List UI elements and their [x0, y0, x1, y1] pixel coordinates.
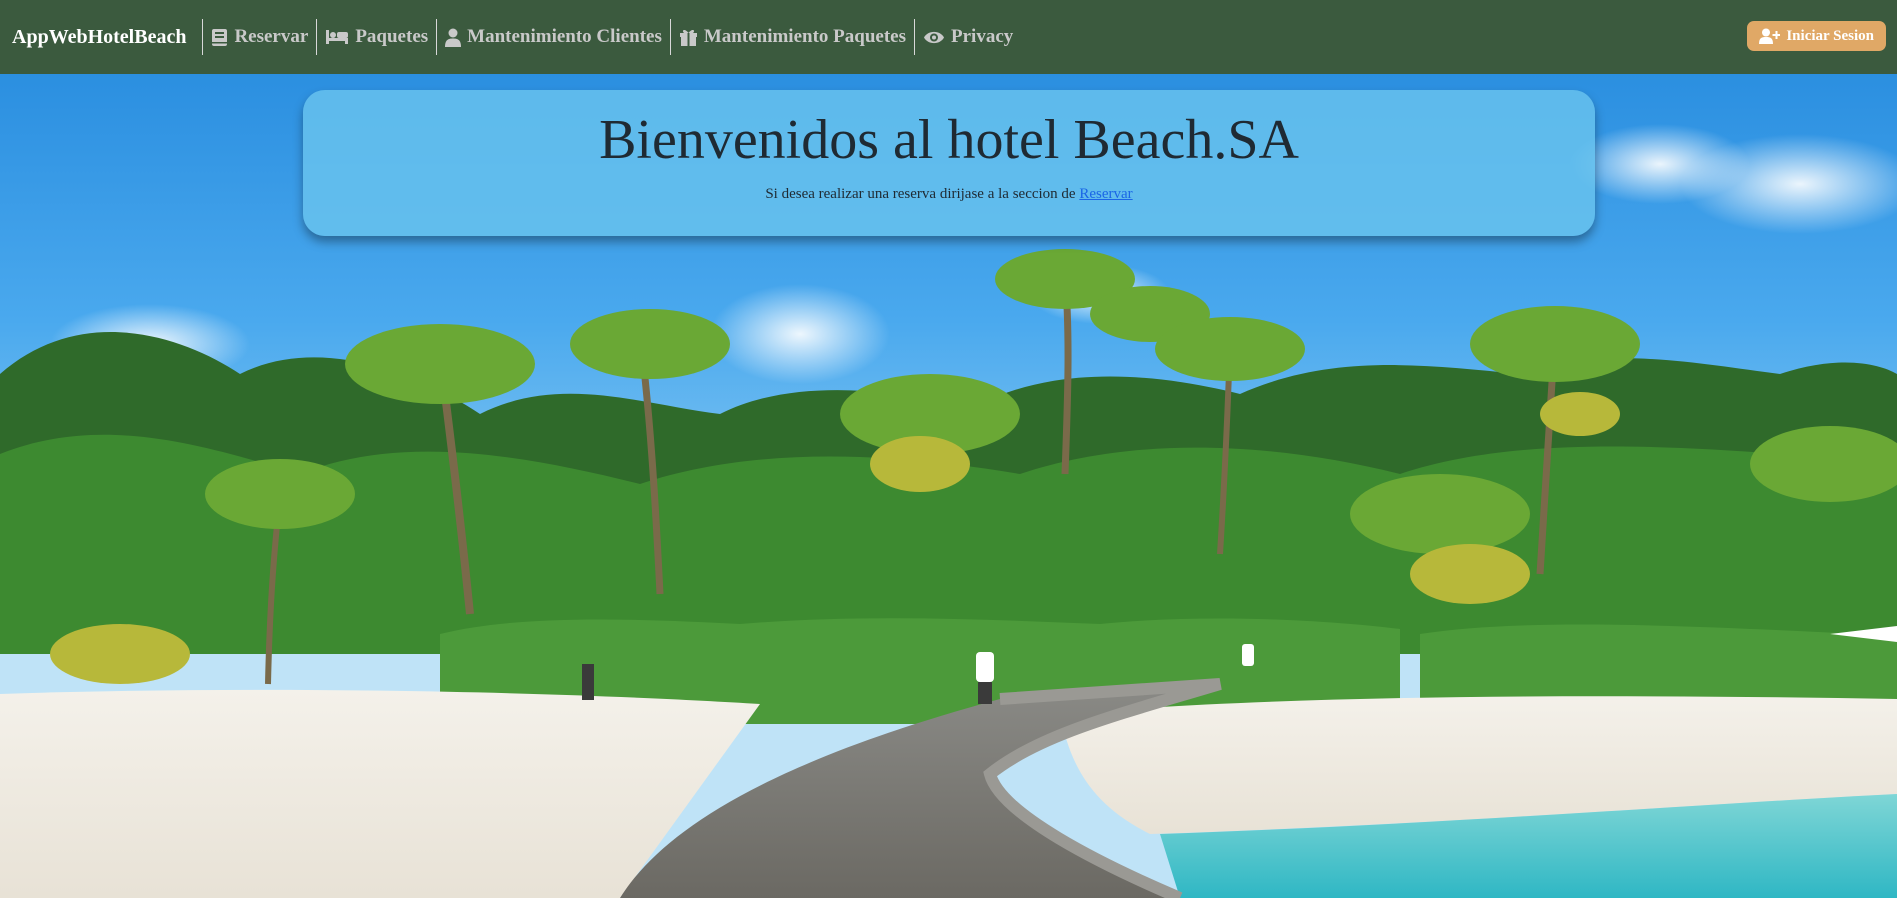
- nav-item-mantenimiento-paquetes[interactable]: Mantenimiento Paquetes: [669, 19, 914, 55]
- nav-item-reservar[interactable]: Reservar: [202, 19, 316, 55]
- login-label: Iniciar Sesion: [1786, 27, 1874, 44]
- hero-background: Bienvenidos al hotel Beach.SA Si desea r…: [0, 74, 1897, 898]
- gift-icon: [679, 29, 697, 46]
- login-button[interactable]: Iniciar Sesion: [1747, 21, 1886, 51]
- welcome-subtitle: Si desea realizar una reserva dirijase a…: [303, 186, 1595, 203]
- top-navbar: AppWebHotelBeach Reservar Paquetes Mante…: [0, 0, 1897, 74]
- page-title: Bienvenidos al hotel Beach.SA: [599, 109, 1299, 171]
- nav-item-paquetes[interactable]: Paquetes: [316, 19, 436, 55]
- nav-item-label: Privacy: [951, 26, 1014, 47]
- nav-item-label: Mantenimiento Clientes: [467, 26, 662, 47]
- reservar-link[interactable]: Reservar: [1079, 186, 1132, 202]
- bed-icon: [326, 30, 349, 44]
- nav-item-label: Paquetes: [355, 26, 429, 47]
- welcome-panel: Bienvenidos al hotel Beach.SA Si desea r…: [303, 90, 1595, 236]
- book-icon: [212, 28, 228, 46]
- user-plus-icon: [1759, 28, 1781, 44]
- nav-item-label: Mantenimiento Paquetes: [703, 26, 906, 47]
- nav-item-label: Reservar: [234, 26, 309, 47]
- nav-item-mantenimiento-clientes[interactable]: Mantenimiento Clientes: [436, 19, 670, 55]
- brand-link[interactable]: AppWebHotelBeach: [0, 26, 202, 49]
- user-icon: [445, 28, 462, 47]
- nav-item-privacy[interactable]: Privacy: [914, 19, 1021, 55]
- eye-icon: [924, 31, 944, 43]
- subtitle-text: Si desea realizar una reserva dirijase a…: [765, 186, 1076, 202]
